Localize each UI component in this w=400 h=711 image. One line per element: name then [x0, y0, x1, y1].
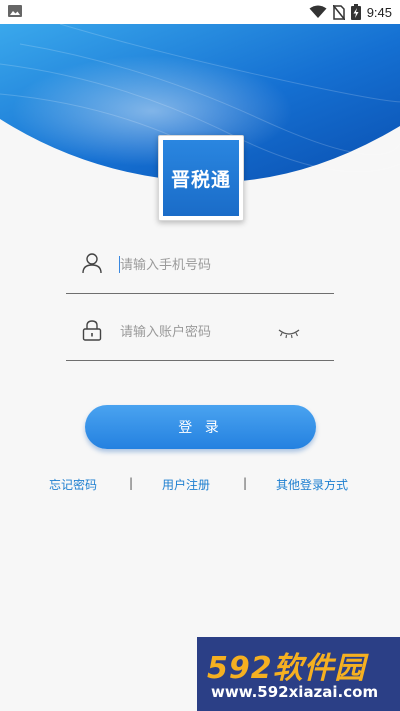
login-button[interactable]: 登 录: [85, 405, 316, 449]
eye-closed-icon[interactable]: [278, 327, 300, 339]
battery-charging-icon: [350, 4, 361, 20]
password-field-row: [66, 294, 334, 361]
app-logo-text: 晋税通: [170, 168, 231, 191]
phone-field-row: [66, 227, 334, 294]
app-logo-tile: 晋税通: [163, 140, 239, 216]
link-separator: |: [243, 476, 248, 490]
forgot-password-link[interactable]: 忘记密码: [49, 476, 97, 493]
app-logo: 晋税通: [158, 135, 244, 221]
phone-input[interactable]: [120, 255, 310, 275]
link-separator: |: [129, 476, 134, 490]
register-link[interactable]: 用户注册: [162, 476, 210, 493]
other-login-link[interactable]: 其他登录方式: [276, 476, 348, 493]
auth-links: 忘记密码 | 用户注册 | 其他登录方式: [0, 476, 400, 494]
user-icon: [82, 253, 102, 274]
no-sim-icon: [332, 4, 345, 20]
status-icons: 9:45: [309, 3, 392, 21]
status-time: 9:45: [366, 4, 392, 20]
image-notification-icon: [8, 5, 22, 17]
watermark-url: www.592xiazai.com: [211, 683, 379, 701]
text-cursor: [119, 256, 120, 273]
wifi-icon: [309, 5, 327, 18]
lock-icon: [82, 320, 102, 341]
status-bar: 9:45: [0, 0, 400, 24]
site-watermark: 592软件园 www.592xiazai.com: [197, 637, 400, 711]
watermark-brand: 592软件园: [207, 651, 366, 686]
